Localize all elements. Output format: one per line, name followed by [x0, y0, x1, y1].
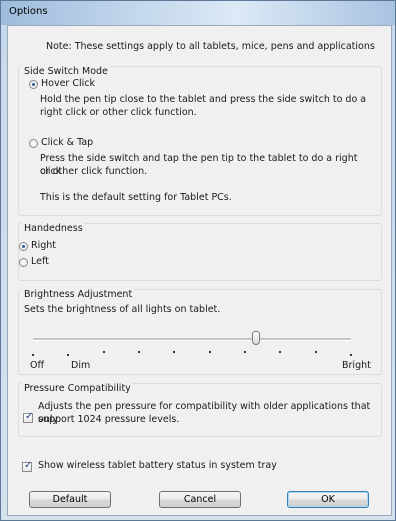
hover-click-description-line2: right click or other click function. [40, 107, 197, 118]
window-title: Options [9, 6, 48, 17]
pressure-compat-checkbox[interactable] [23, 411, 33, 423]
title-bar[interactable]: Options [1, 1, 395, 25]
click-and-tap-radio[interactable] [29, 139, 38, 148]
left-handed-radio[interactable] [19, 258, 28, 267]
brightness-description: Sets the brightness of all lights on tab… [24, 304, 221, 315]
side-switch-group: Side Switch Mode Hover Click Hold the pe… [18, 66, 382, 216]
brightness-tick [173, 351, 176, 353]
hover-click-label[interactable]: Hover Click [41, 78, 95, 89]
brightness-tick [67, 354, 70, 356]
click-and-tap-label[interactable]: Click & Tap [41, 137, 93, 148]
brightness-slider-thumb[interactable] [251, 331, 260, 345]
pressure-compat-label-line2[interactable]: support 1024 pressure levels. [38, 413, 179, 426]
battery-status-checkbox[interactable] [22, 460, 32, 472]
hover-click-description-line1: Hold the pen tip close to the tablet and… [40, 94, 367, 105]
hover-click-radio[interactable] [29, 80, 38, 89]
ok-button[interactable]: OK [287, 491, 369, 508]
brightness-tick [244, 351, 246, 353]
brightness-off-label: Off [30, 360, 45, 371]
handedness-group: Handedness Right Left [18, 223, 382, 281]
handedness-title: Handedness [22, 223, 85, 234]
side-switch-title: Side Switch Mode [22, 66, 110, 77]
brightness-tick [279, 351, 282, 353]
tablet-pc-default-note: This is the default setting for Tablet P… [40, 192, 232, 203]
brightness-tick [208, 351, 211, 353]
brightness-tick [138, 351, 140, 353]
right-handed-label[interactable]: Right [31, 240, 56, 251]
brightness-tick [32, 354, 34, 356]
brightness-group: Brightness Adjustment Sets the brightnes… [18, 289, 382, 375]
cancel-button[interactable]: Cancel [159, 491, 241, 508]
brightness-dim-label: Dim [71, 360, 91, 371]
brightness-tick [350, 354, 352, 356]
note-text: Note: These settings apply to all tablet… [46, 41, 375, 52]
dialog-body: Note: These settings apply to all tablet… [7, 25, 392, 516]
brightness-tick [102, 351, 105, 353]
right-handed-radio[interactable] [19, 242, 28, 251]
brightness-title: Brightness Adjustment [22, 289, 135, 300]
pressure-group: Pressure Compatibility Adjusts the pen p… [18, 383, 382, 437]
brightness-tick [314, 351, 317, 353]
brightness-slider-track[interactable] [33, 338, 351, 341]
default-button[interactable]: Default [29, 491, 111, 508]
left-handed-label[interactable]: Left [31, 256, 49, 267]
battery-status-label[interactable]: Show wireless tablet battery status in s… [38, 460, 277, 471]
pressure-title: Pressure Compatibility [22, 383, 133, 394]
click-and-tap-description-line2: or other click function. [40, 166, 148, 177]
options-window: Options Note: These settings apply to al… [0, 0, 396, 521]
brightness-bright-label: Bright [342, 360, 371, 371]
